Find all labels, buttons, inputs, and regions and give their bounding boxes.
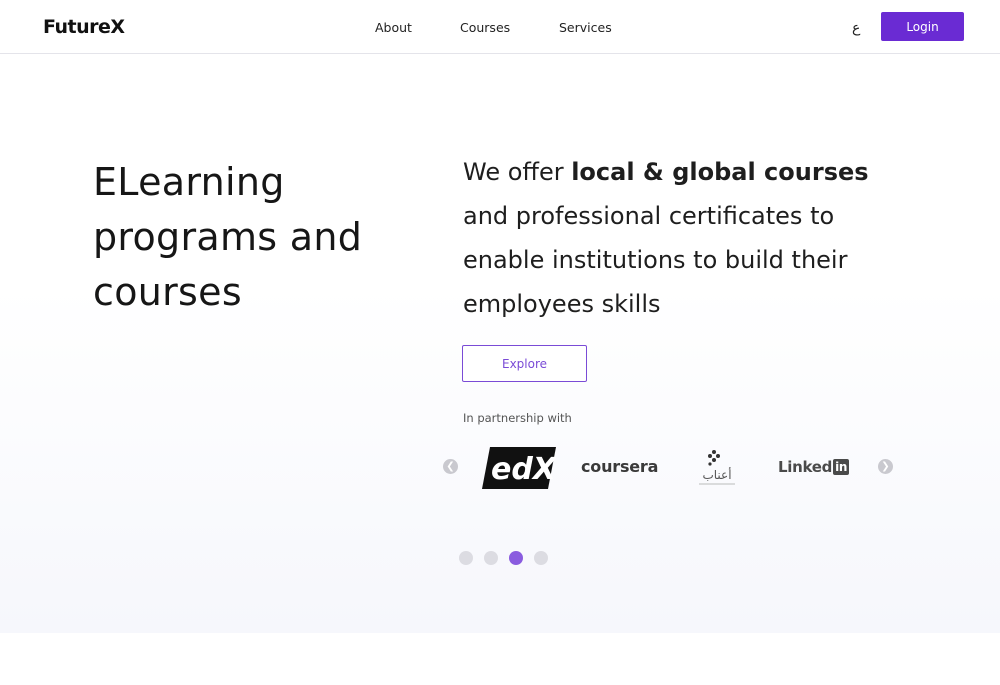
carousel-next-icon[interactable]: ❯ <box>878 459 893 474</box>
hero-description-suffix: and professional certificates to enable … <box>463 202 848 318</box>
login-button[interactable]: Login <box>881 12 964 41</box>
hero-description: We offer local & global courses and prof… <box>463 150 883 326</box>
explore-button[interactable]: Explore <box>462 345 587 382</box>
hero-description-bold: local & global courses <box>571 158 869 186</box>
carousel-dot-1[interactable] <box>459 551 473 565</box>
hero-title: ELearning programs and courses <box>93 160 363 314</box>
futurex-logo[interactable]: FutureX <box>43 16 125 38</box>
carousel-prev-icon[interactable]: ❮ <box>443 459 458 474</box>
linkedin-logo: Linked in <box>778 458 850 476</box>
linkedin-logo-text: Linked <box>778 458 833 476</box>
aanab-logo: أعناب <box>693 448 741 492</box>
language-toggle[interactable]: ع <box>852 20 860 36</box>
partnership-label: In partnership with <box>463 411 572 425</box>
nav-about[interactable]: About <box>375 20 412 35</box>
edx-logo-text: edX <box>491 452 556 487</box>
linkedin-in-icon: in <box>833 459 850 475</box>
carousel-dot-4[interactable] <box>534 551 548 565</box>
nav-courses[interactable]: Courses <box>460 20 510 35</box>
edx-logo-mark: edX <box>482 447 558 489</box>
coursera-logo: coursera <box>581 457 659 476</box>
site-header: FutureX About Courses Services ع Login <box>0 0 1000 54</box>
hero-description-prefix: We offer <box>463 158 572 186</box>
edx-logo: edX <box>482 447 558 493</box>
carousel-dot-2[interactable] <box>484 551 498 565</box>
carousel-dot-3[interactable] <box>509 551 523 565</box>
aanab-logo-text: أعناب <box>702 467 731 482</box>
aanab-logo-mark: أعناب <box>699 450 735 485</box>
nav-services[interactable]: Services <box>559 20 612 35</box>
hero-section <box>0 55 1000 633</box>
